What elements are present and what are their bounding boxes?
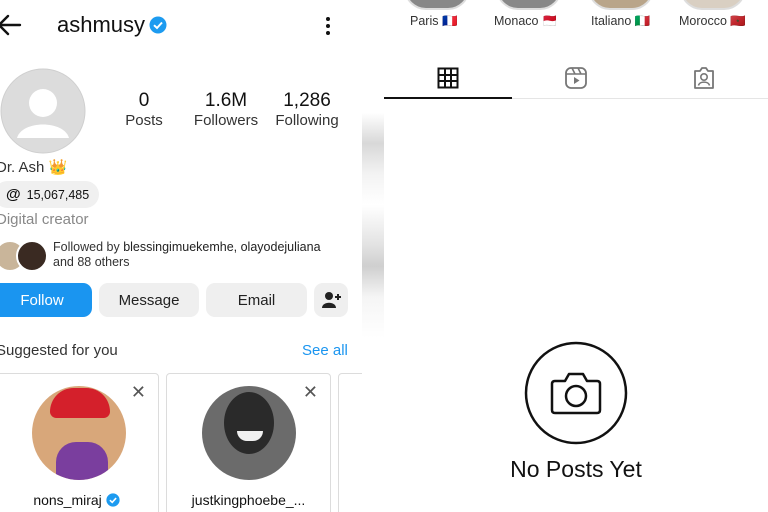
follow-button[interactable]: Follow [0,283,92,317]
tagged-user-icon [694,67,714,89]
profile-pane: ashmusy 0 Posts 1.6M Followers 1,286 Fol… [0,0,362,512]
highlight-cover[interactable] [680,0,746,10]
add-person-button[interactable] [314,283,348,317]
back-arrow-icon[interactable] [0,10,24,40]
threads-icon: @ [6,186,21,203]
highlight-cover[interactable] [496,0,562,10]
camera-icon [524,341,628,445]
pane-divider [362,0,384,512]
active-tab-indicator [384,97,512,99]
posts-label: Posts [125,112,163,129]
suggested-username: nons_miraj [33,492,102,508]
verified-badge-icon [106,493,120,510]
add-person-icon [322,292,341,308]
see-all-link[interactable]: See all [302,342,348,359]
suggested-title: Suggested for you [0,342,118,359]
posts-stat: 0 Posts [116,90,172,129]
following-count: 1,286 [283,90,331,111]
tab-reels[interactable] [512,58,640,98]
no-posts-text: No Posts Yet [510,456,642,482]
follower-avatar [16,240,48,272]
display-name: Dr. Ash 👑 [0,159,68,176]
posts-count: 0 [138,90,150,111]
category-label: Digital creator [0,211,89,228]
highlight-label[interactable]: Morocco 🇲🇦 [679,14,746,29]
username-title: ashmusy [57,12,146,37]
tab-posts-grid[interactable] [384,58,512,98]
highlight-label[interactable]: Paris 🇫🇷 [410,14,458,29]
tab-divider [512,98,768,99]
followed-by-text[interactable]: Followed by blessingimuekemhe, olayodeju… [53,240,321,270]
suggested-card[interactable] [338,373,362,512]
followed-by-names: blessingimuekemhe, olayodejuliana [123,240,321,254]
verified-badge-icon [149,16,167,34]
highlight-label[interactable]: Italiano 🇮🇹 [591,14,650,29]
suggested-avatar [32,386,126,480]
email-button[interactable]: Email [206,283,307,317]
highlight-cover[interactable] [404,0,470,10]
grid-icon [437,67,459,89]
followers-stat[interactable]: 1.6M Followers [186,90,266,129]
following-label: Following [275,112,339,129]
reels-icon [565,67,587,89]
threads-badge[interactable]: @ 15,067,485 [0,181,100,208]
close-icon[interactable]: ✕ [131,382,146,403]
followed-by-others: and 88 others [53,255,130,269]
close-icon[interactable]: ✕ [303,382,318,403]
following-stat[interactable]: 1,286 Following [272,90,342,129]
posts-pane: Paris 🇫🇷 Monaco 🇲🇨 Italiano 🇮🇹 Morocco 🇲… [384,0,768,512]
suggested-card[interactable]: ✕ justkingphoebe_... [166,373,331,512]
suggested-card[interactable]: ✕ nons_miraj [0,373,159,512]
tab-tagged[interactable] [640,58,768,98]
highlight-cover[interactable] [588,0,654,10]
followers-count: 1.6M [204,90,248,111]
highlight-label[interactable]: Monaco 🇲🇨 [494,14,558,29]
suggested-avatar [202,386,296,480]
followers-label: Followers [193,112,259,129]
more-options-icon[interactable] [318,14,338,38]
threads-count: 15,067,485 [26,187,90,202]
suggested-username-row: nons_miraj [0,492,158,510]
suggested-username: justkingphoebe_... [191,492,306,508]
followed-by-prefix: Followed by [53,240,124,254]
message-button[interactable]: Message [99,283,199,317]
avatar[interactable] [0,68,86,154]
